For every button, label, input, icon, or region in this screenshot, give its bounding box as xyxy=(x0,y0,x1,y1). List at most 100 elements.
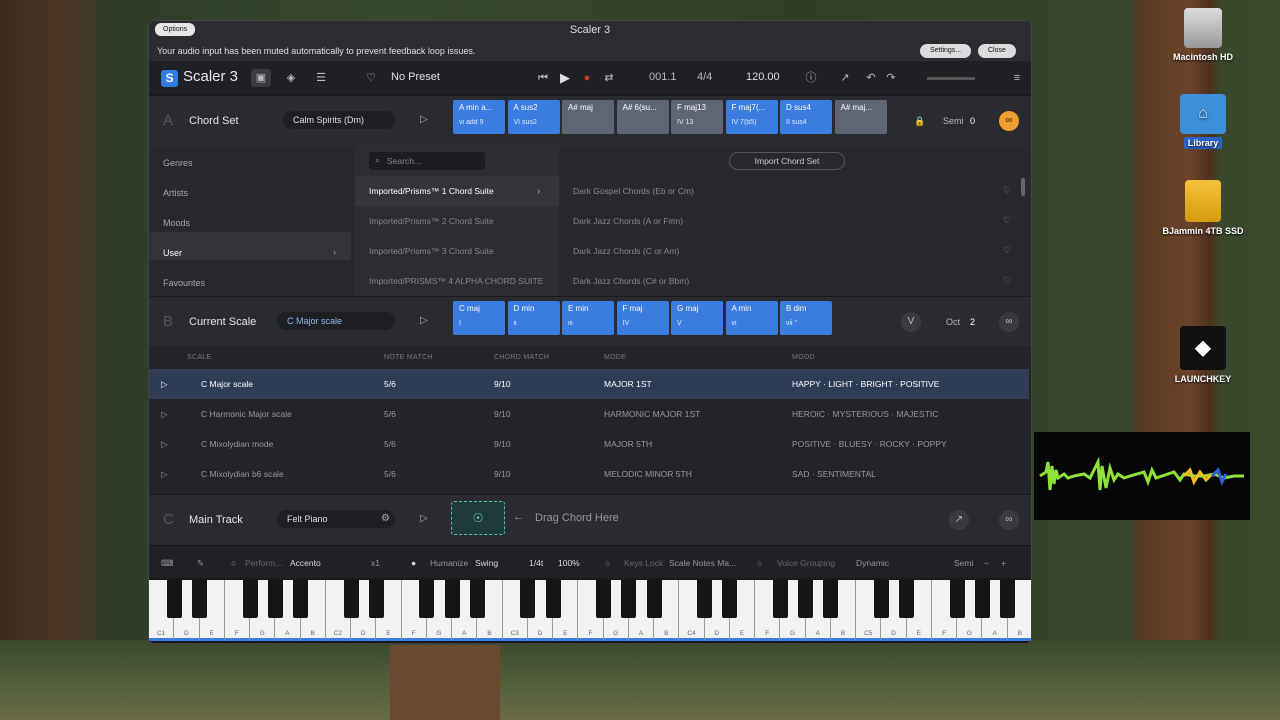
chord-chip[interactable]: F maj7(... IV 7(b5) xyxy=(725,100,778,134)
percent-value[interactable]: 100% xyxy=(558,558,580,568)
menu-icon[interactable]: ≡ xyxy=(1007,69,1027,87)
nav-item[interactable]: Favourites xyxy=(163,278,205,288)
accento-selector[interactable]: Accento xyxy=(290,558,321,568)
export-icon[interactable]: ↗ xyxy=(949,510,969,530)
close-button[interactable]: Close xyxy=(978,44,1016,58)
scale-notes-selector[interactable]: Scale Notes Ma... xyxy=(669,558,736,568)
perform-toggle-icon[interactable]: ○ xyxy=(231,558,236,568)
desktop-icon-macintosh-hd[interactable]: Macintosh HD xyxy=(1158,8,1248,62)
chord-chip[interactable]: A# maj... xyxy=(834,100,887,134)
skip-back-icon[interactable]: ⏮ xyxy=(533,69,553,87)
layers-icon[interactable]: ◈ xyxy=(281,69,301,87)
chord-chip[interactable]: A sus2 VI sus2 xyxy=(507,100,560,134)
heart-icon[interactable]: ♡ xyxy=(1003,245,1011,256)
voicing-icon[interactable]: V xyxy=(901,312,921,332)
play-row-icon[interactable]: ▷ xyxy=(161,469,168,480)
instrument-selector[interactable]: Felt Piano xyxy=(277,510,395,528)
info-icon[interactable]: ⓘ xyxy=(801,69,821,87)
keyboard-icon[interactable]: ⌨ xyxy=(161,558,173,569)
piano-black-key[interactable] xyxy=(949,580,965,618)
piano-keyboard[interactable]: C1 D E F G A B C2 D E F G A B C3 D E F G A B C4 D E F G A B C5 D E F G A B xyxy=(149,578,1031,643)
dynamic-selector[interactable]: Dynamic xyxy=(856,558,889,568)
piano-black-key[interactable] xyxy=(343,580,359,618)
nav-item[interactable]: Artists xyxy=(163,188,188,198)
heart-icon[interactable]: ♡ xyxy=(1003,275,1011,286)
piano-black-key[interactable] xyxy=(798,580,814,618)
voice-grouping-label[interactable]: Voice Grouping xyxy=(777,558,835,568)
nav-item[interactable]: Moods xyxy=(163,218,190,228)
piano-black-key[interactable] xyxy=(974,580,990,618)
scrollbar-thumb[interactable] xyxy=(1021,178,1025,196)
chord-set-item[interactable]: Dark Jazz Chords (A or F#m) xyxy=(573,216,683,226)
desktop-icon-launchkey[interactable]: ◆ LAUNCHKEY xyxy=(1158,326,1248,384)
piano-black-key[interactable] xyxy=(192,580,207,618)
keys-lock-toggle-icon[interactable]: ○ xyxy=(605,558,610,568)
voice-grouping-toggle-icon[interactable]: ○ xyxy=(757,558,762,568)
play-row-icon[interactable]: ▷ xyxy=(161,379,168,390)
suite-item[interactable]: Imported/Prisms™ 1 Chord Suite xyxy=(369,186,494,196)
chord-chip[interactable]: A# maj xyxy=(562,100,614,134)
nav-item[interactable]: Genres xyxy=(163,158,193,168)
piano-black-key[interactable] xyxy=(722,580,738,618)
multiplier[interactable]: x1 xyxy=(371,558,380,568)
piano-black-key[interactable] xyxy=(469,580,485,618)
time-signature[interactable]: 4/4 xyxy=(697,71,712,83)
play-chord-set-icon[interactable]: ▷ xyxy=(420,114,428,125)
chord-set-item[interactable]: Dark Jazz Chords (C# or Bbm) xyxy=(573,276,689,286)
piano-black-key[interactable] xyxy=(242,580,258,618)
piano-black-key[interactable] xyxy=(419,580,435,618)
perform-label[interactable]: Perform... xyxy=(245,558,282,568)
loop-icon[interactable]: ⇄ xyxy=(599,69,619,87)
piano-black-key[interactable] xyxy=(444,580,460,618)
scale-chip[interactable]: G maj V xyxy=(671,301,723,335)
search-box[interactable]: ⌕ Search... xyxy=(369,152,485,170)
desktop-icon-ssd[interactable]: BJammin 4TB SSD xyxy=(1158,180,1248,236)
piano-black-key[interactable] xyxy=(697,580,713,618)
humanize-toggle-icon[interactable]: ● xyxy=(411,558,416,568)
export-arrow-icon[interactable]: ↗ xyxy=(835,69,855,87)
piano-black-key[interactable] xyxy=(545,580,561,618)
piano-black-key[interactable] xyxy=(596,580,612,618)
instrument-settings-icon[interactable]: ⚙ xyxy=(381,513,390,524)
record-icon[interactable]: ● xyxy=(577,69,597,87)
play-row-icon[interactable]: ▷ xyxy=(161,409,168,420)
play-icon[interactable]: ▶ xyxy=(555,69,575,87)
piano-black-key[interactable] xyxy=(646,580,662,618)
suite-item[interactable]: Imported/PRISMS™ 4 ALPHA CHORD SUITE xyxy=(369,276,543,286)
chord-set-item[interactable]: Dark Gospel Chords (Eb or Cm) xyxy=(573,186,694,196)
chord-chip[interactable]: F maj13 IV 13 xyxy=(671,100,723,134)
chord-chip[interactable]: A# 6(su... xyxy=(616,100,669,134)
scale-chip[interactable]: E min iii xyxy=(562,301,614,335)
play-scale-icon[interactable]: ▷ xyxy=(420,315,428,326)
keys-lock-label[interactable]: Keys Lock xyxy=(624,558,663,568)
semi-plus-button[interactable]: + xyxy=(1001,558,1006,568)
undo-icon[interactable]: ↶ xyxy=(861,69,881,87)
piano-black-key[interactable] xyxy=(368,580,384,618)
semi-minus-button[interactable]: − xyxy=(984,558,989,568)
browser-folder-icon[interactable]: ▣ xyxy=(251,69,271,87)
piano-black-key[interactable] xyxy=(1000,580,1016,618)
link-icon[interactable]: ∞ xyxy=(999,312,1019,332)
link-icon[interactable]: ∞ xyxy=(999,111,1019,131)
heart-icon[interactable]: ♡ xyxy=(1003,215,1011,226)
chord-chip[interactable]: A min a... vi add 9 xyxy=(453,100,505,134)
brush-icon[interactable]: ✎ xyxy=(197,558,204,569)
scale-chip[interactable]: A min vi xyxy=(725,301,778,335)
table-row[interactable]: ▷ C Mixolydian b6 scale 5/6 9/10 MELODIC MIN… xyxy=(149,459,1029,489)
piano-black-key[interactable] xyxy=(873,580,889,618)
piano-black-key[interactable] xyxy=(166,580,182,618)
suite-item[interactable]: Imported/Prisms™ 2 Chord Suite xyxy=(369,216,494,226)
scale-chip[interactable]: B dim vii ° xyxy=(780,301,832,335)
swing-label[interactable]: Swing xyxy=(475,558,498,568)
oct-value[interactable]: 2 xyxy=(970,317,975,327)
piano-black-key[interactable] xyxy=(899,580,915,618)
heart-icon[interactable]: ♡ xyxy=(361,69,381,87)
table-row[interactable]: ▷ C Harmonic Major scale 5/6 9/10 HARMONIC M… xyxy=(149,399,1029,429)
drop-zone-bulb-icon[interactable]: ☉ xyxy=(451,501,505,535)
chord-chip[interactable]: D sus4 II sus4 xyxy=(780,100,832,134)
desktop-icon-library[interactable]: ⌂ Library xyxy=(1158,94,1248,149)
lock-icon[interactable]: 🔒 xyxy=(914,116,925,127)
scale-chip[interactable]: F maj IV xyxy=(616,301,669,335)
redo-icon[interactable]: ↷ xyxy=(881,69,901,87)
piano-black-key[interactable] xyxy=(267,580,283,618)
